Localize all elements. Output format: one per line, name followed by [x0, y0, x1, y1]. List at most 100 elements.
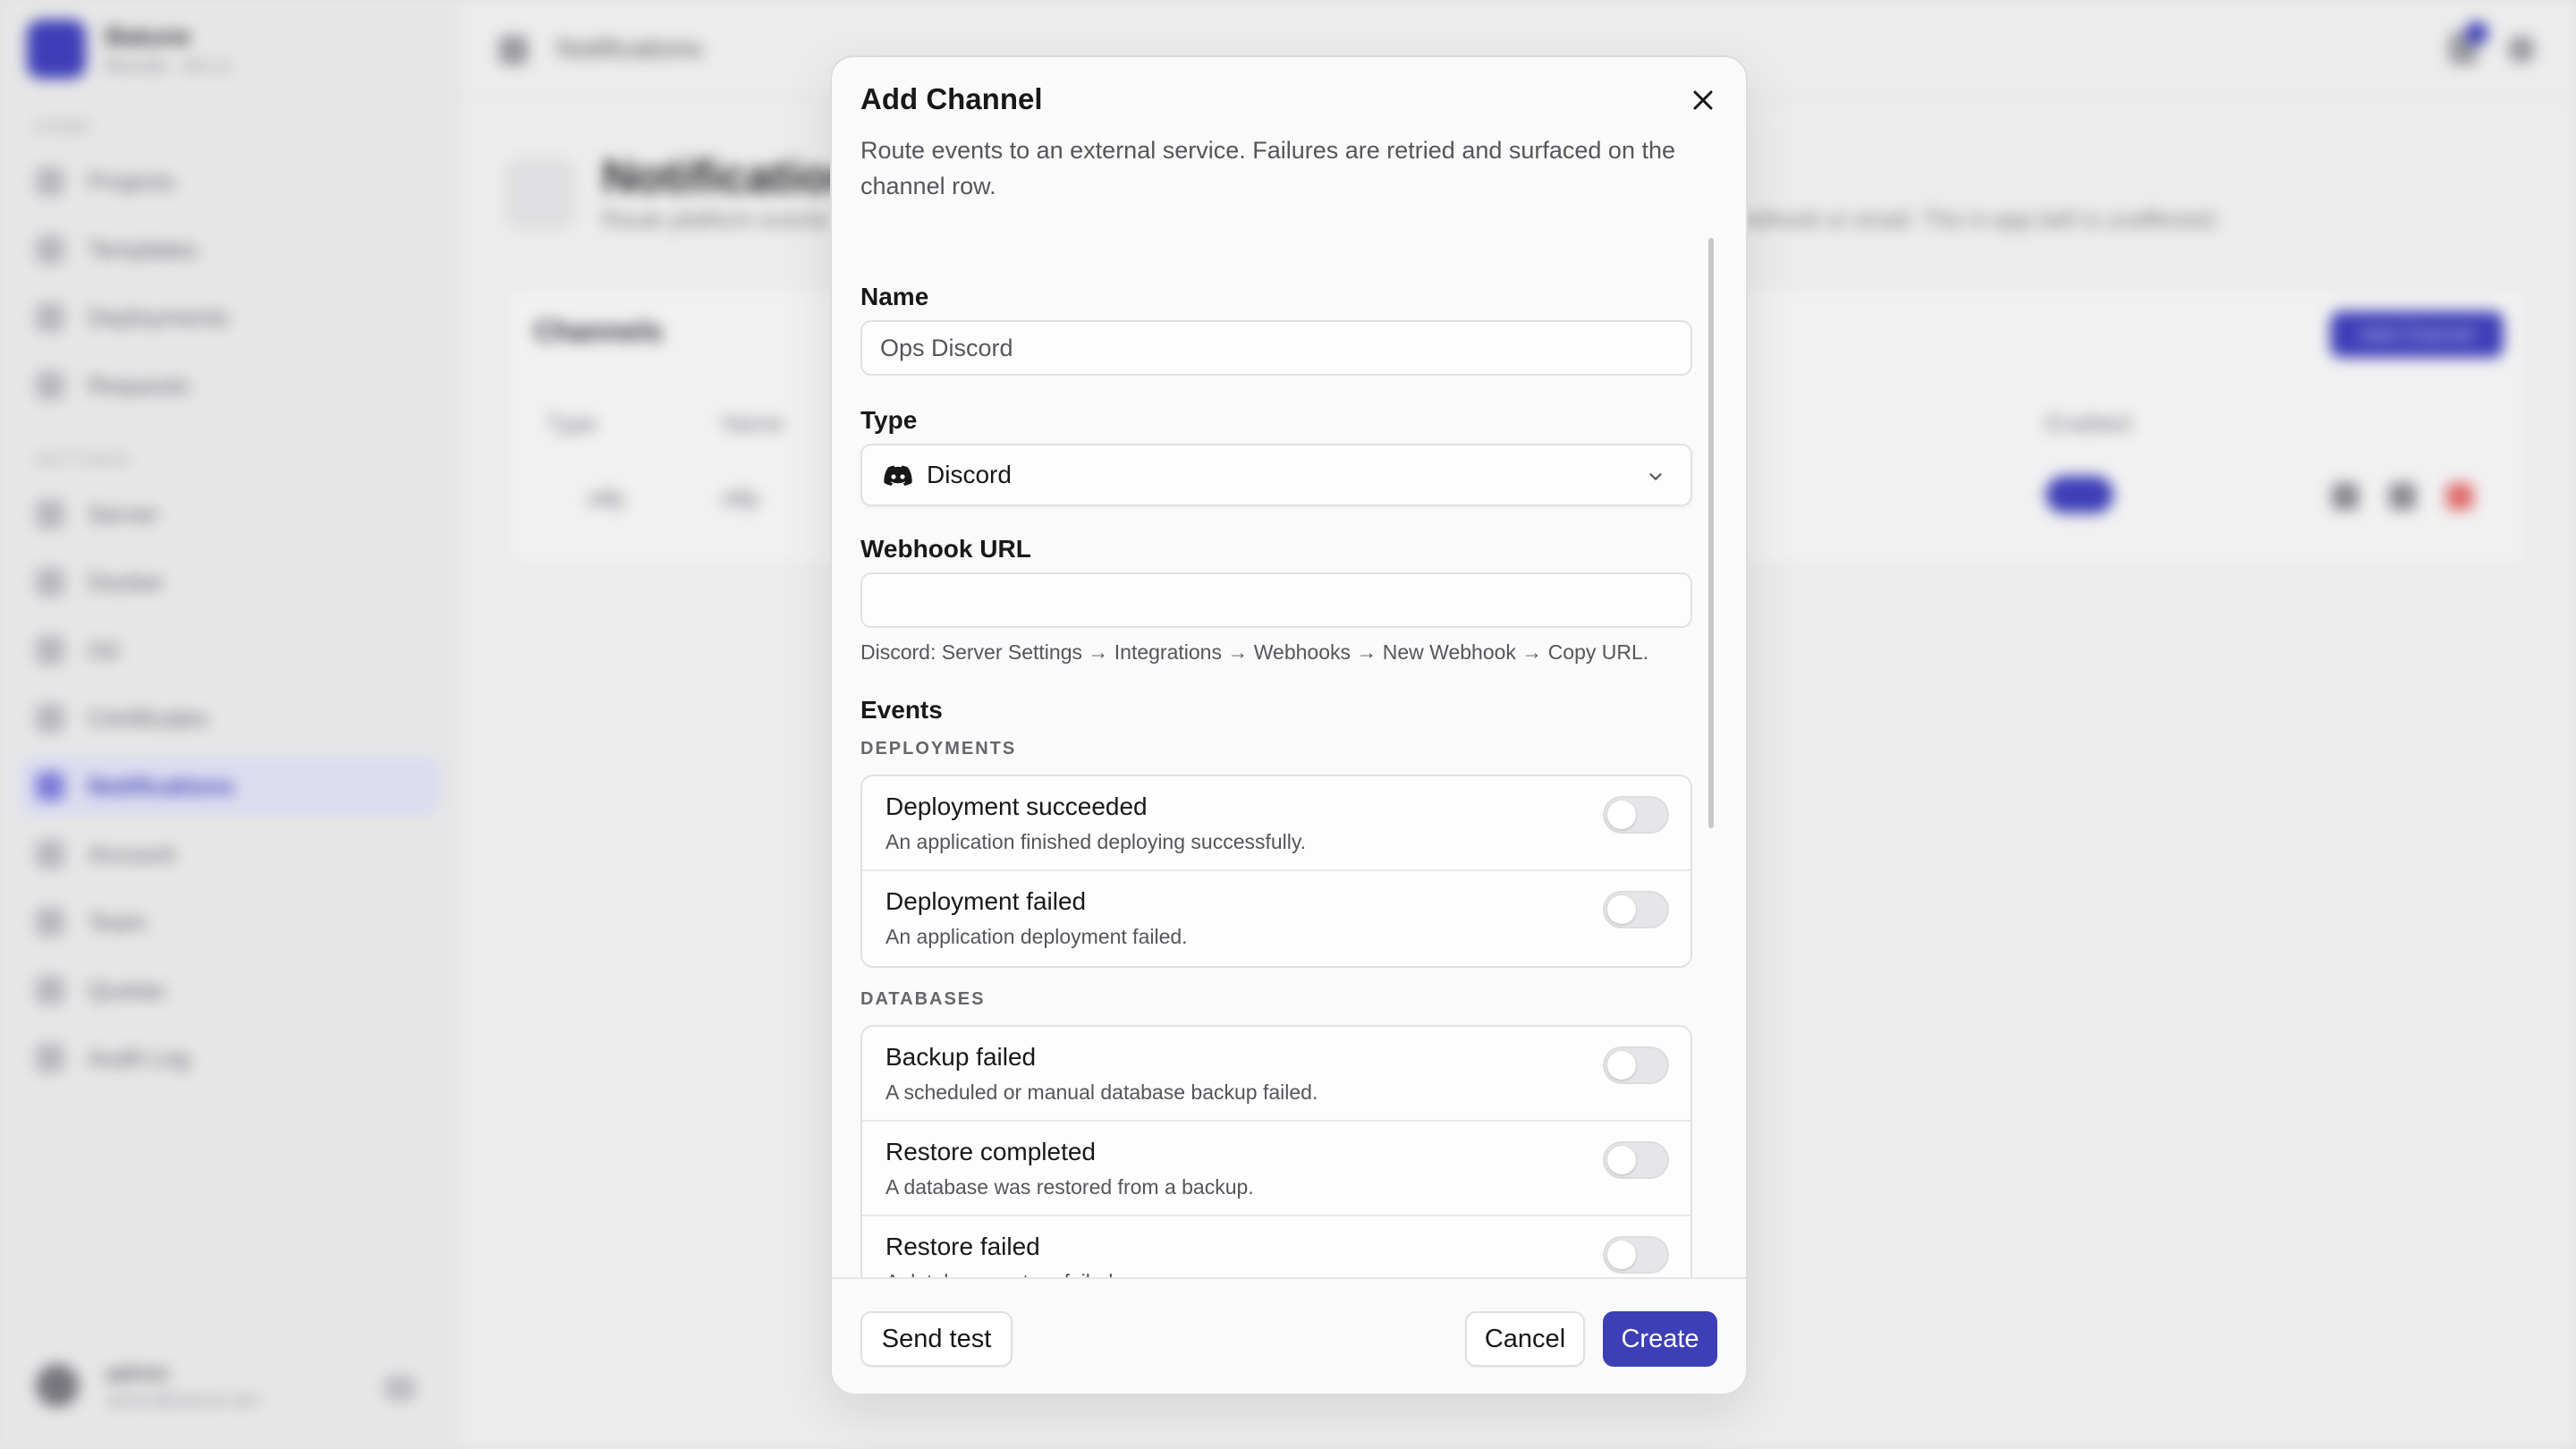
sidebar-item-label: Requests [88, 371, 191, 399]
sidebar-item-label: Server [88, 500, 159, 528]
sidebar-item-label: Docker [88, 568, 165, 596]
name-label: Name [860, 283, 929, 310]
folder-icon [36, 167, 64, 196]
page-description-tail: ebhook or email. The in-app bell is unaf… [1744, 206, 2221, 233]
table-cell-type: ntfy [588, 485, 625, 512]
event-name: Restore completed [886, 1138, 1097, 1165]
sidebar-item-label: Deployments [88, 303, 229, 331]
brand-name: Batune [106, 21, 191, 50]
type-select-value: Discord [927, 461, 1012, 488]
collapse-sidebar-icon[interactable] [385, 1376, 415, 1401]
webhook-url-field[interactable] [860, 572, 1692, 628]
server-icon [36, 500, 64, 529]
cancel-button[interactable]: Cancel [1465, 1311, 1585, 1367]
type-select[interactable]: Discord [860, 444, 1692, 506]
send-icon[interactable] [2332, 483, 2359, 510]
nav-section-settings: SETTINGS [36, 451, 131, 469]
dialog-description: Route events to an external service. Fai… [860, 137, 1675, 199]
event-name: Restore failed [886, 1233, 1040, 1260]
event-toggle-deployment-failed[interactable] [1603, 891, 1669, 928]
sidebar-item-projects[interactable]: Projects [20, 152, 440, 211]
trash-icon[interactable] [2446, 483, 2473, 510]
brand-sub: Bacuda · v0.1.2 [106, 55, 232, 76]
request-icon [36, 371, 64, 400]
type-label: Type [860, 406, 918, 434]
event-toggle-restore-completed[interactable] [1603, 1141, 1669, 1179]
sidebar-item-label: Projects [88, 167, 175, 195]
template-icon [36, 235, 64, 264]
sidebar-item-notifications[interactable]: Notifications [20, 757, 440, 816]
sidebar-item-docker[interactable]: Docker [20, 553, 440, 612]
event-name: Deployment succeeded [886, 792, 1148, 820]
sidebar-item-certificates[interactable]: Certificates [20, 689, 440, 748]
add-channel-button[interactable]: Add Channel [2330, 311, 2504, 358]
event-group-deployments: Deployment succeeded An application fini… [860, 775, 1692, 968]
section-databases: DATABASES [860, 989, 986, 1009]
log-icon [36, 1044, 64, 1072]
list-item: Restore completed A database was restore… [862, 1122, 1690, 1216]
channel-enabled-toggle[interactable] [2046, 476, 2114, 513]
sidebar-item-label: Git [88, 636, 119, 664]
nav-section-home: HOME [36, 118, 91, 136]
create-button[interactable]: Create [1603, 1311, 1717, 1367]
event-name: Deployment failed [886, 887, 1087, 915]
sidebar-item-git[interactable]: Git [20, 621, 440, 680]
topbar-title: Notifications [556, 34, 703, 64]
bell-icon [505, 159, 575, 229]
sidebar-item-label: Audit Log [88, 1044, 191, 1072]
events-label: Events [860, 696, 943, 724]
sidebar-item-label: Team [88, 908, 148, 936]
gauge-icon [36, 976, 64, 1004]
sidebar-item-templates[interactable]: Templates [20, 220, 440, 279]
user-name: admin [106, 1360, 169, 1386]
gear-icon[interactable] [2508, 36, 2535, 63]
list-item: Deployment failed An application deploym… [862, 871, 1690, 966]
webhook-url-label: Webhook URL [860, 535, 1031, 563]
sidebar-item-deployments[interactable]: Deployments [20, 288, 440, 347]
event-description: A scheduled or manual database backup fa… [886, 1080, 1318, 1104]
list-item: Deployment succeeded An application fini… [862, 776, 1690, 871]
sidebar-item-requests[interactable]: Requests [20, 356, 440, 415]
lock-icon [36, 704, 64, 733]
sidebar-item-label: Certificates [88, 704, 209, 732]
name-field[interactable]: Ops Discord [860, 320, 1692, 376]
user-email: admin@batune.dev [106, 1391, 261, 1411]
event-toggle-deployment-succeeded[interactable] [1603, 796, 1669, 834]
add-channel-dialog: Add Channel Route events to an external … [830, 55, 1748, 1394]
sidebar-item-label: Account [88, 840, 175, 868]
bell-icon [36, 772, 64, 801]
section-deployments: DEPLOYMENTS [860, 739, 1017, 758]
event-description: An application deployment failed. [886, 925, 1188, 948]
brand: Batune Bacuda · v0.1.2 [27, 20, 231, 79]
send-test-button[interactable]: Send test [860, 1311, 1013, 1367]
event-description: A database was restored from a backup. [886, 1175, 1254, 1199]
brand-logo [27, 20, 86, 79]
table-header-type: Type [547, 410, 597, 436]
sidebar-item-audit-log[interactable]: Audit Log [20, 1029, 440, 1088]
webhook-url-hint: Discord: Server Settings → Integrations … [860, 640, 1649, 664]
git-icon [36, 636, 64, 665]
dialog-footer: Send test Cancel Create [832, 1277, 1746, 1394]
page-description: Route platform events [602, 206, 830, 233]
list-item: Backup failed A scheduled or manual data… [862, 1027, 1690, 1122]
sidebar-item-team[interactable]: Team [20, 893, 440, 952]
event-name: Backup failed [886, 1043, 1037, 1071]
event-description: An application finished deploying succes… [886, 830, 1307, 853]
sidebar-item-server[interactable]: Server [20, 485, 440, 544]
sidebar: Batune Bacuda · v0.1.2 HOME Projects Tem… [0, 0, 458, 1449]
sidebar-item-label: Notifications [88, 772, 234, 800]
sidebar-toggle-icon[interactable] [499, 36, 528, 64]
event-toggle-backup-failed[interactable] [1603, 1046, 1669, 1084]
close-icon[interactable] [1687, 84, 1719, 116]
edit-icon[interactable] [2389, 483, 2416, 510]
docker-icon [36, 568, 64, 597]
user-menu[interactable]: admin admin@batune.dev [36, 1360, 261, 1411]
table-header-name: Name [722, 410, 784, 436]
table-header-enabled: Enabled [2046, 410, 2131, 436]
sidebar-item-label: Templates [88, 235, 199, 263]
sidebar-item-account[interactable]: Account [20, 825, 440, 884]
event-toggle-restore-failed[interactable] [1603, 1236, 1669, 1274]
rocket-icon [36, 303, 64, 332]
sidebar-item-quotas[interactable]: Quotas [20, 961, 440, 1020]
event-group-databases: Backup failed A scheduled or manual data… [860, 1025, 1692, 1301]
